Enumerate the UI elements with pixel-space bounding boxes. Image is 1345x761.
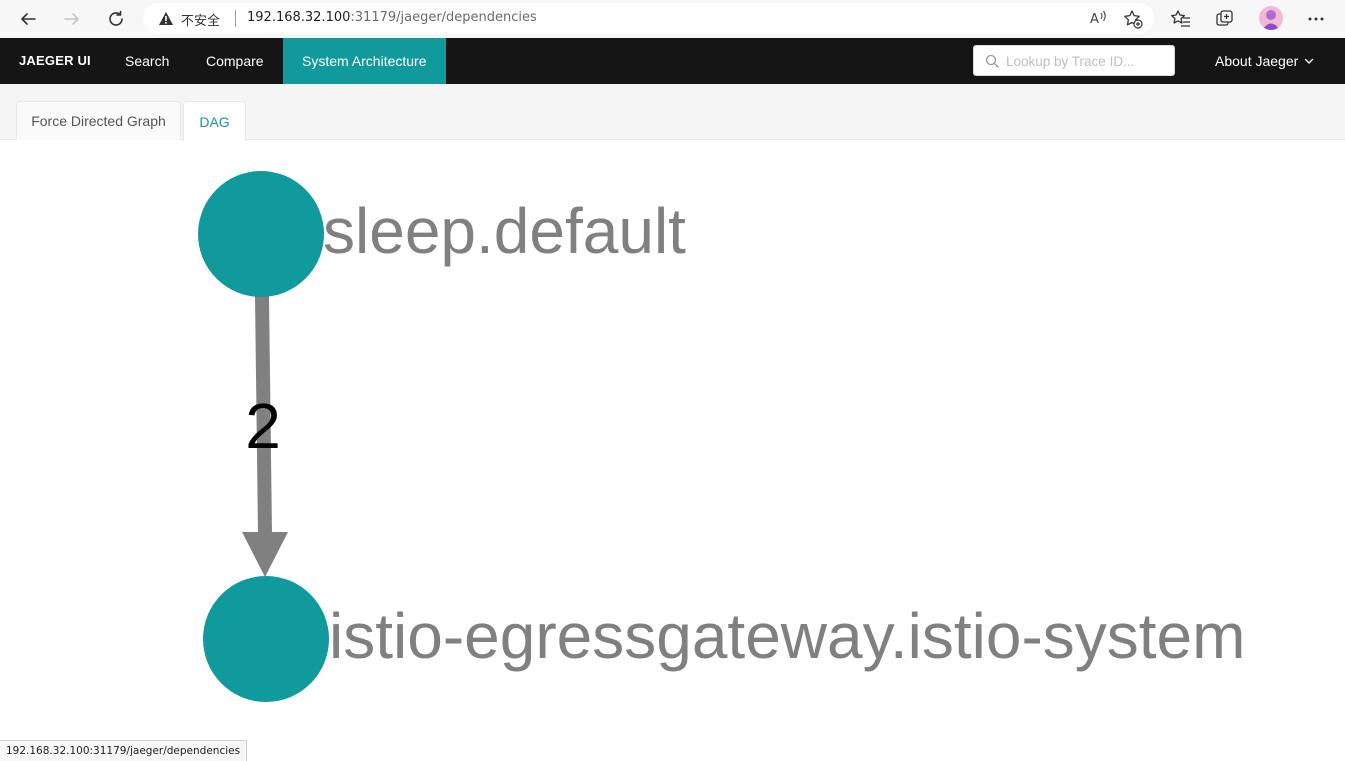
collections-icon[interactable] — [1215, 9, 1235, 29]
trace-lookup[interactable] — [973, 45, 1175, 76]
nav-search[interactable]: Search — [106, 38, 188, 84]
nav-compare-label: Compare — [206, 53, 264, 69]
node-circle — [198, 171, 324, 297]
dag-svg: 2 sleep.default istio-egressgateway.isti… — [198, 171, 1245, 702]
chevron-down-icon — [1305, 58, 1314, 64]
address-bar[interactable]: 不安全 192.168.32.100:31179/jaeger/dependen… — [143, 3, 1154, 34]
dag-edge[interactable]: 2 — [242, 295, 288, 577]
tab-dag[interactable]: DAG — [183, 101, 246, 141]
about-jaeger-label: About Jaeger — [1215, 53, 1299, 69]
svg-text:A: A — [1090, 12, 1099, 27]
read-aloud-icon[interactable]: A — [1089, 9, 1109, 27]
search-icon — [985, 54, 999, 68]
browser-status-bar: 192.168.32.100:31179/jaeger/dependencies — [0, 740, 248, 761]
dag-node-istio-egressgateway[interactable]: istio-egressgateway.istio-system — [203, 576, 1245, 702]
profile-avatar[interactable] — [1259, 6, 1283, 30]
address-divider — [235, 10, 236, 27]
status-url: 192.168.32.100:31179/jaeger/dependencies — [6, 745, 241, 757]
url-text: 192.168.32.100:31179/jaeger/dependencies — [247, 10, 537, 25]
arrow-right-icon — [64, 13, 79, 25]
nav-search-label: Search — [125, 53, 170, 69]
brand-logo[interactable]: JAEGER UI — [19, 53, 91, 68]
avatar-icon — [1262, 10, 1280, 30]
trace-id-input[interactable] — [1004, 51, 1169, 71]
more-icon[interactable] — [1307, 16, 1325, 22]
security-label: 不安全 — [181, 14, 221, 29]
tab-dag-label: DAG — [199, 113, 230, 130]
dag-node-sleep-default[interactable]: sleep.default — [198, 171, 686, 297]
url-path: :31179/jaeger/dependencies — [350, 10, 537, 25]
browser-toolbar: 不安全 192.168.32.100:31179/jaeger/dependen… — [0, 0, 1345, 38]
nav-system-architecture[interactable]: System Architecture — [283, 38, 446, 84]
reload-button[interactable] — [101, 4, 131, 34]
nav-compare[interactable]: Compare — [187, 38, 283, 84]
url-host: 192.168.32.100 — [247, 10, 351, 25]
tab-force-directed-graph-label: Force Directed Graph — [31, 113, 166, 129]
node-label: sleep.default — [323, 195, 686, 267]
nav-system-architecture-label: System Architecture — [302, 53, 427, 69]
graph-view-tabs: Force Directed Graph DAG — [0, 84, 1345, 141]
arrow-left-icon — [21, 13, 36, 25]
edge-call-count: 2 — [245, 390, 281, 462]
warning-icon — [159, 12, 173, 25]
node-circle — [203, 576, 329, 702]
node-label: istio-egressgateway.istio-system — [329, 600, 1245, 672]
edge-arrowhead — [242, 532, 288, 577]
tab-force-directed-graph[interactable]: Force Directed Graph — [16, 101, 181, 140]
forward-button[interactable] — [57, 4, 87, 34]
jaeger-topnav: JAEGER UI Search Compare System Architec… — [0, 38, 1345, 84]
back-button[interactable] — [13, 4, 43, 34]
favorites-icon[interactable] — [1171, 9, 1191, 29]
dag-graph: 2 sleep.default istio-egressgateway.isti… — [0, 140, 1345, 761]
about-jaeger-dropdown[interactable]: About Jaeger — [1215, 53, 1314, 69]
refresh-icon — [109, 10, 123, 26]
add-favorite-icon[interactable] — [1123, 9, 1143, 29]
